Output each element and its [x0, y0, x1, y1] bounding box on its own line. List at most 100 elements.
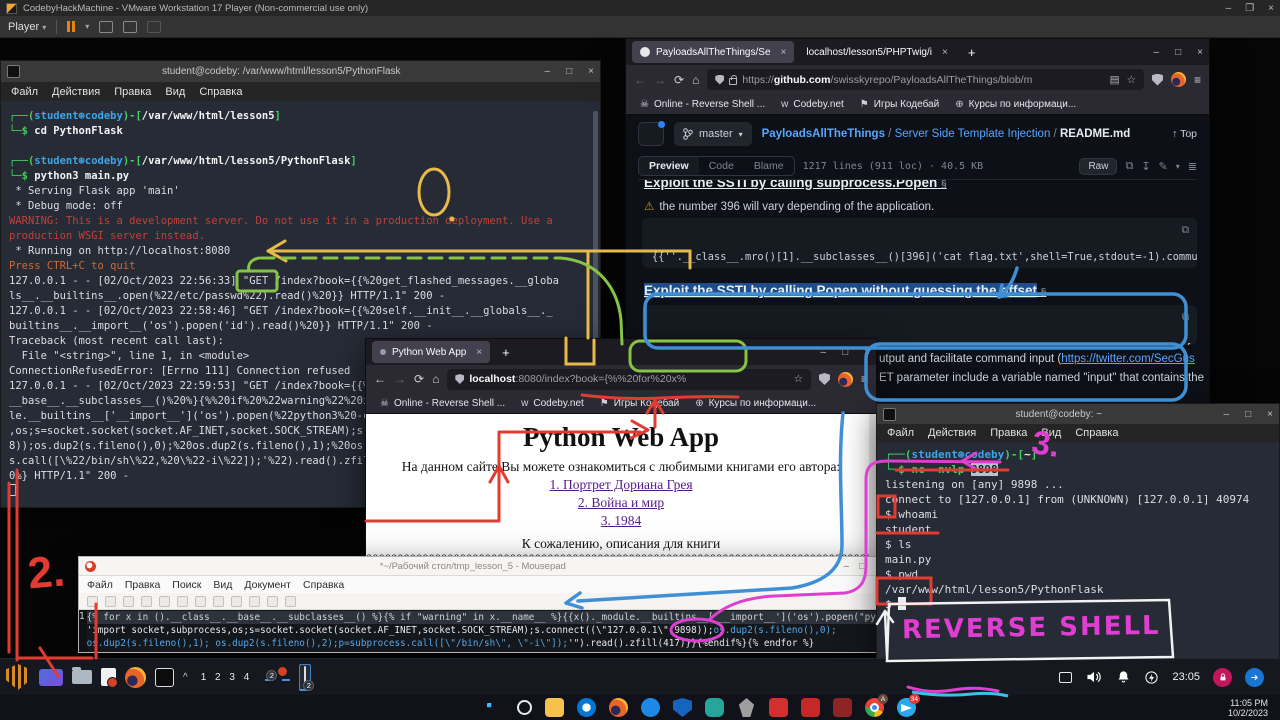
bookmark-codeby[interactable]: wCodeby.net	[521, 398, 584, 409]
vmware-minimize-button[interactable]: –	[1226, 3, 1232, 14]
branch-selector[interactable]: master▾	[674, 122, 752, 146]
webapp-window-close-button[interactable]: ×	[864, 347, 870, 358]
notifications-bell-icon[interactable]	[1116, 669, 1131, 685]
screen-lock-icon[interactable]	[1213, 668, 1232, 687]
terminal1-scrollbar[interactable]	[593, 111, 598, 346]
github-urlbar[interactable]: https://github.com/swisskyrepo/PayloadsA…	[707, 69, 1144, 90]
file-explorer-icon[interactable]	[545, 698, 564, 717]
book-link-dorian-gray[interactable]: 1. Портрет Дориана Грея	[366, 477, 876, 493]
extension-shield-icon[interactable]	[1152, 74, 1163, 86]
bookmark-reverse-shell[interactable]: ☠Online - Reverse Shell ...	[380, 398, 505, 409]
tab-phptwig[interactable]: localhost/lesson5/PHPTwig/i ×	[798, 41, 955, 63]
menu-document[interactable]: Документ	[244, 579, 291, 591]
code-block-subprocess[interactable]: {{''.__class__.mro()[1].__subclasses__()…	[642, 218, 1197, 268]
copy-code-icon[interactable]: ⧉	[1182, 311, 1189, 324]
toolbar-icon[interactable]	[105, 596, 116, 607]
download-icon[interactable]: ↧	[1141, 160, 1150, 173]
hamburger-menu-icon[interactable]: ≡	[1194, 73, 1201, 87]
menu-edit[interactable]: Правка	[990, 427, 1027, 439]
copy-code-icon[interactable]: ⧉	[1182, 224, 1189, 237]
breadcrumb-folder[interactable]: Server Side Template Injection	[895, 128, 1051, 140]
mousepad-minimize-button[interactable]: –	[844, 561, 850, 572]
terminal1-maximize-button[interactable]: □	[566, 66, 572, 77]
reader-mode-icon[interactable]: ▤	[1110, 74, 1120, 86]
anchor-link-icon[interactable]: §	[941, 179, 947, 190]
menu-edit[interactable]: Правка	[125, 579, 160, 591]
menu-file[interactable]: Файл	[11, 86, 38, 98]
panel-expand-icon[interactable]: ^	[183, 672, 188, 683]
app-icon-gray-moth[interactable]	[737, 698, 756, 717]
back-icon[interactable]: ←	[374, 372, 386, 386]
mousepad-editor[interactable]: 1 {% for x in ().__class__.__base__.__su…	[79, 610, 887, 652]
vmware-restore-button[interactable]: ❐	[1245, 3, 1254, 14]
edit-icon[interactable]: ✎	[1159, 160, 1168, 173]
tab-code[interactable]: Code	[699, 157, 744, 175]
menu-view[interactable]: Вид	[213, 579, 232, 591]
github-window-close-button[interactable]: ×	[1197, 47, 1203, 58]
edit-caret-icon[interactable]: ▾	[1176, 162, 1180, 171]
menu-help[interactable]: Справка	[303, 579, 344, 591]
app-icon-blue-dot[interactable]	[641, 698, 660, 717]
host-clock[interactable]: 11:05 PM 10/2/2023	[1228, 698, 1280, 718]
toolbar-icon[interactable]	[159, 596, 170, 607]
app-icon-teal[interactable]	[705, 698, 724, 717]
terminal2-titlebar[interactable]: student@codeby: ~ – □ ×	[877, 404, 1279, 424]
webapp-urlbar[interactable]: localhost:8080/index?book={%%20for%20x% …	[447, 369, 811, 390]
menu-help[interactable]: Справка	[1075, 427, 1118, 439]
menu-actions[interactable]: Действия	[928, 427, 976, 439]
toolbar-icon[interactable]	[87, 596, 98, 607]
windows-search-icon[interactable]	[517, 700, 532, 715]
tab-close-icon[interactable]: ×	[476, 347, 482, 358]
home-icon[interactable]: ⌂	[692, 73, 699, 87]
back-icon[interactable]: ←	[634, 73, 646, 87]
tracking-shield-icon[interactable]	[715, 75, 724, 85]
app-icon-red-gear-2[interactable]	[801, 698, 820, 717]
reload-icon[interactable]: ⟳	[674, 73, 684, 87]
file-tree-button[interactable]	[638, 122, 664, 146]
task-terminal[interactable]: 2	[299, 664, 311, 691]
edge-browser-icon[interactable]	[577, 698, 596, 717]
volume-icon[interactable]	[1085, 669, 1103, 685]
vmware-close-button[interactable]: ×	[1268, 3, 1274, 14]
tab-preview[interactable]: Preview	[639, 157, 699, 175]
toolbar-icon[interactable]	[249, 596, 260, 607]
toolbar-icon[interactable]	[213, 596, 224, 607]
bookmark-star-icon[interactable]: ☆	[1127, 74, 1136, 86]
terminal2-minimize-button[interactable]: –	[1224, 409, 1230, 420]
toolbar-icon[interactable]	[177, 596, 188, 607]
bookmark-games[interactable]: ⚑Игры Кодебай	[860, 99, 939, 110]
menu-search[interactable]: Поиск	[172, 579, 201, 591]
editor-text[interactable]: {% for x in ().__class__.__base__.__subc…	[87, 610, 887, 652]
suspend-caret[interactable]: ▾	[85, 22, 89, 31]
anchor-link-icon[interactable]: §	[1041, 287, 1047, 298]
new-tab-button[interactable]: +	[960, 45, 984, 60]
tracking-shield-icon[interactable]	[455, 374, 464, 384]
menu-file[interactable]: Файл	[87, 579, 113, 591]
tab-close-icon[interactable]: ×	[942, 47, 948, 58]
terminal-launcher-icon[interactable]	[155, 668, 174, 687]
terminal1-titlebar[interactable]: student@codeby: /var/www/html/lesson5/Py…	[1, 61, 600, 82]
vm-clock[interactable]: 23:05	[1172, 671, 1200, 683]
forward-icon[interactable]: →	[394, 372, 406, 386]
toolbar-icon[interactable]	[195, 596, 206, 607]
fullscreen-button[interactable]	[123, 21, 137, 33]
bookmark-courses[interactable]: ⊕Курсы по информаци...	[695, 398, 816, 409]
book-link-1984[interactable]: 3. 1984	[366, 513, 876, 529]
window-list-icon[interactable]	[1059, 672, 1072, 683]
home-icon[interactable]: ⌂	[432, 372, 439, 386]
toolbar-icon[interactable]	[285, 596, 296, 607]
workspace-pager-icon[interactable]	[39, 669, 63, 686]
extension-shield-icon[interactable]	[819, 373, 830, 385]
heading-popen-no-offset[interactable]: Exploit the SSTI by calling Popen withou…	[644, 283, 1046, 298]
app-icon-red-gear-1[interactable]	[769, 698, 788, 717]
terminal1-minimize-button[interactable]: –	[545, 66, 551, 77]
toolbar-icon[interactable]	[231, 596, 242, 607]
menu-file[interactable]: Файл	[887, 427, 914, 439]
tab-python-web-app[interactable]: Python Web App ×	[372, 341, 490, 363]
terminal2-close-button[interactable]: ×	[1267, 409, 1273, 420]
new-tab-button[interactable]: +	[494, 345, 518, 360]
player-menu[interactable]: Player ▾	[8, 21, 46, 33]
tab-close-icon[interactable]: ×	[781, 47, 787, 58]
terminal1-close-button[interactable]: ×	[588, 66, 594, 77]
back-to-top-link[interactable]: ↑ Top	[1172, 128, 1197, 140]
